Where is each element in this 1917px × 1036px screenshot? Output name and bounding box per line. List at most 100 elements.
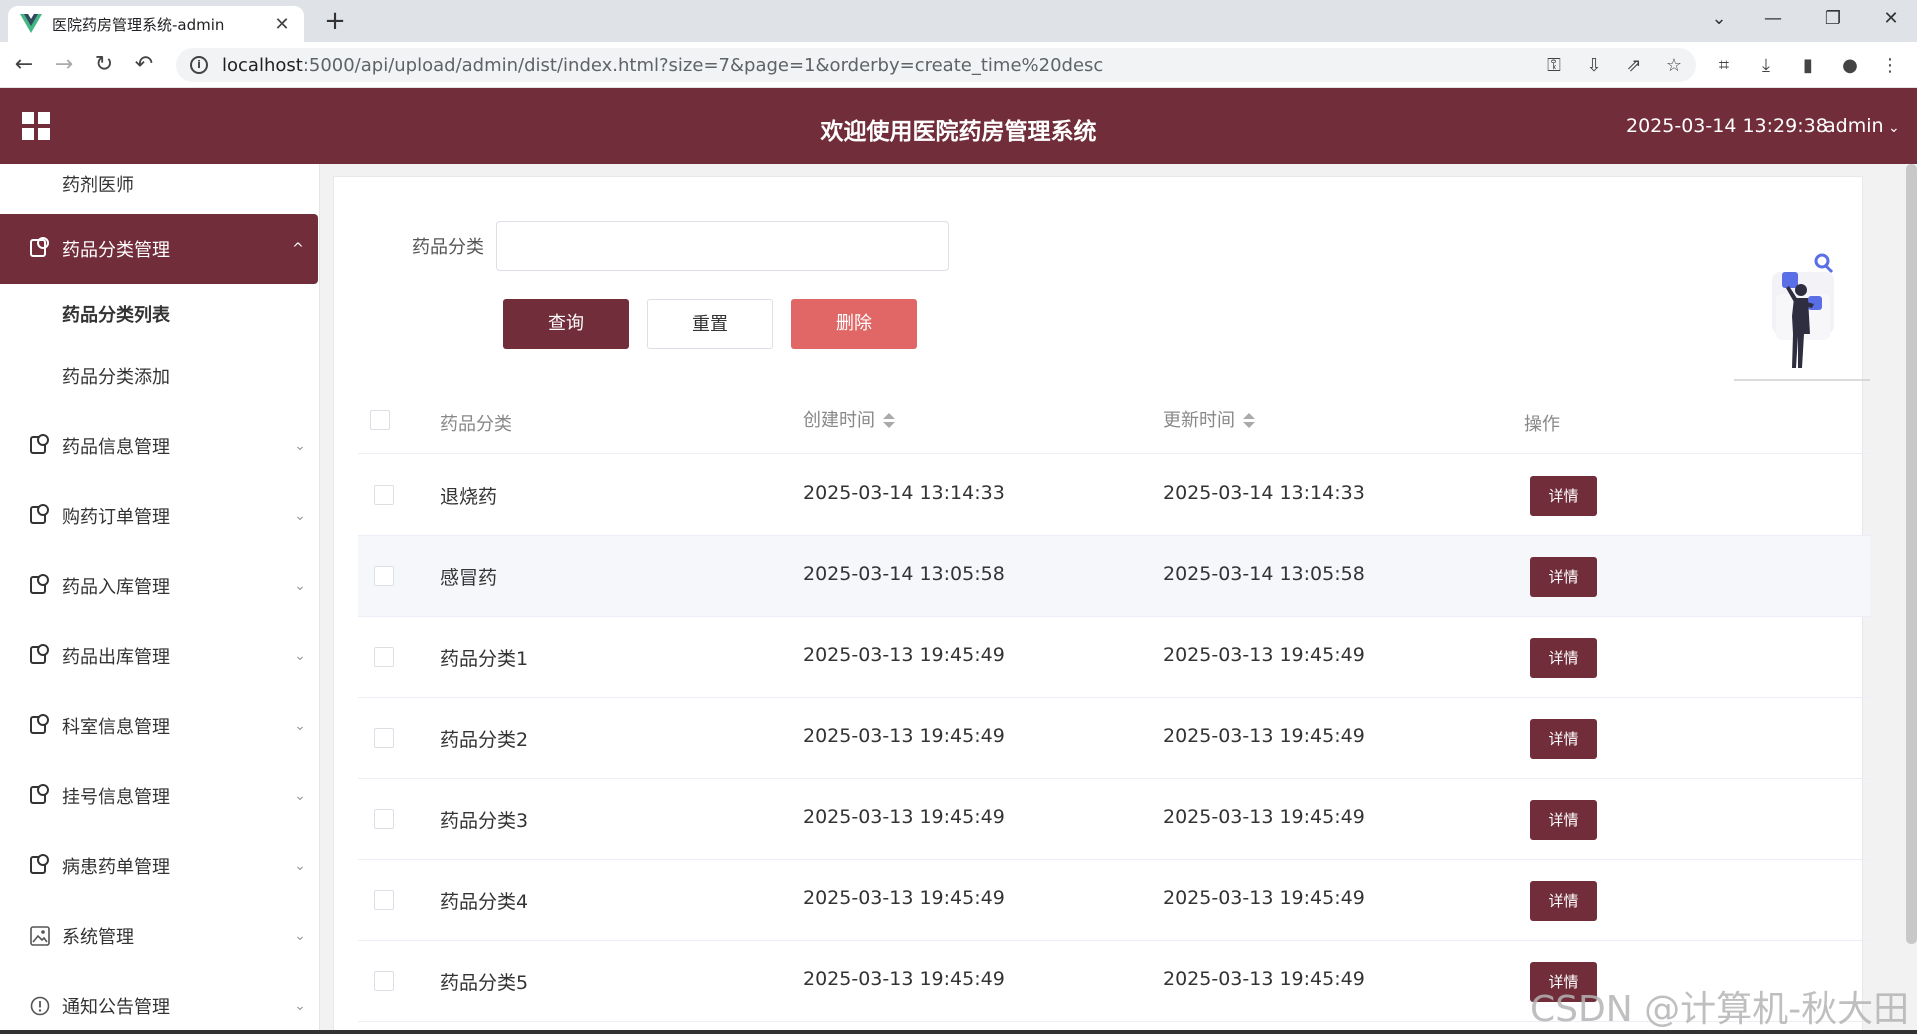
col-created-sortable[interactable]: 创建时间 (803, 406, 895, 432)
download-icon[interactable]: ⤓ (1752, 52, 1780, 80)
select-all-checkbox[interactable] (370, 410, 390, 430)
sidebar-item-category-add[interactable]: 药品分类添加 (0, 350, 320, 406)
url-host: localhost (222, 54, 303, 76)
cell-created: 2025-03-14 13:14:33 (803, 482, 1005, 504)
table-row: 药品分类3 2025-03-13 19:45:49 2025-03-13 19:… (358, 779, 1870, 860)
doc-icon (30, 644, 50, 666)
detail-button[interactable]: 详情 (1530, 881, 1597, 921)
close-window-icon[interactable]: ✕ (1876, 8, 1906, 29)
detail-button[interactable]: 详情 (1530, 638, 1597, 678)
cell-updated: 2025-03-14 13:14:33 (1163, 482, 1365, 504)
cell-updated: 2025-03-13 19:45:49 (1163, 725, 1365, 747)
sidebar-group-label: 购药订单管理 (62, 507, 170, 528)
sidebar-group-notices[interactable]: 通知公告管理 ⌄ (0, 976, 320, 1036)
browser-tab[interactable]: 医院药房管理系统-admin ✕ (8, 6, 304, 42)
profile-icon[interactable]: ● (1836, 52, 1864, 80)
table-row: 药品分类4 2025-03-13 19:45:49 2025-03-13 19:… (358, 860, 1870, 941)
table-row: 药品分类2 2025-03-13 19:45:49 2025-03-13 19:… (358, 698, 1870, 779)
minimize-icon[interactable]: — (1758, 8, 1788, 29)
bottom-border (0, 1030, 1917, 1034)
sidebar-group-label: 系统管理 (62, 927, 134, 948)
sidebar-item-category-list[interactable]: 药品分类列表 (0, 288, 320, 344)
cell-category: 药品分类4 (440, 891, 529, 913)
page-scrollbar[interactable] (1906, 164, 1917, 944)
sidebar-group-registration[interactable]: 挂号信息管理 ⌄ (0, 766, 320, 826)
tab-title: 医院药房管理系统-admin (52, 15, 225, 34)
sidebar-group-orders[interactable]: 购药订单管理 ⌄ (0, 486, 320, 546)
alert-icon (30, 996, 50, 1016)
tab-search-icon[interactable]: ⌄ (1704, 8, 1734, 29)
key-icon[interactable]: ⚿ (1540, 52, 1568, 80)
doc-icon (30, 714, 50, 736)
sidebar-group-prescriptions[interactable]: 病患药单管理 ⌄ (0, 836, 320, 896)
chevron-up-icon: ^ (292, 241, 304, 257)
sidebar-group-category[interactable]: 药品分类管理 ^ (0, 214, 318, 284)
illustration-person-icon (1732, 244, 1872, 382)
menu-icon[interactable]: ⋮ (1876, 52, 1904, 80)
sidepanel-icon[interactable]: ▮ (1794, 52, 1822, 80)
row-checkbox[interactable] (374, 971, 394, 991)
cell-updated: 2025-03-13 19:45:49 (1163, 644, 1365, 666)
sort-icon[interactable] (1243, 413, 1255, 429)
sidebar-group-label: 通知公告管理 (62, 997, 170, 1018)
reset-button[interactable]: 重置 (647, 299, 773, 349)
row-checkbox[interactable] (374, 647, 394, 667)
cell-updated: 2025-03-13 19:45:49 (1163, 806, 1365, 828)
install-icon[interactable]: ⇩ (1580, 52, 1608, 80)
header-clock: 2025-03-14 13:29:38 (1626, 115, 1828, 137)
chevron-down-icon: ⌄ (294, 788, 306, 804)
row-checkbox[interactable] (374, 809, 394, 829)
sidebar-group-system[interactable]: 系统管理 ⌄ (0, 906, 320, 966)
forward-icon[interactable]: → (50, 51, 78, 79)
col-created-label: 创建时间 (803, 410, 875, 431)
reload-icon[interactable]: ↻ (90, 51, 118, 79)
user-menu[interactable]: admin ⌄ (1824, 115, 1900, 137)
doc-icon (30, 854, 50, 876)
star-icon[interactable]: ☆ (1660, 52, 1688, 80)
cell-created: 2025-03-13 19:45:49 (803, 644, 1005, 666)
close-tab-icon[interactable]: ✕ (272, 14, 292, 35)
info-icon[interactable]: i (190, 56, 208, 74)
url-input[interactable]: i localhost:5000/api/upload/admin/dist/i… (176, 48, 1696, 82)
back-icon[interactable]: ← (10, 51, 38, 79)
sidebar-item-pharmacist[interactable]: 药剂医师 (0, 164, 320, 208)
chevron-down-icon: ⌄ (294, 578, 306, 594)
row-checkbox[interactable] (374, 566, 394, 586)
sidebar-group-label: 挂号信息管理 (62, 787, 170, 808)
chevron-down-icon: ⌄ (294, 998, 306, 1014)
cell-category: 药品分类5 (440, 972, 529, 994)
sidebar-group-stock-out[interactable]: 药品出库管理 ⌄ (0, 626, 320, 686)
detail-button[interactable]: 详情 (1530, 719, 1597, 759)
row-checkbox[interactable] (374, 890, 394, 910)
sidebar-group-label: 病患药单管理 (62, 857, 170, 878)
query-button[interactable]: 查询 (503, 299, 629, 349)
table-row: 药品分类1 2025-03-13 19:45:49 2025-03-13 19:… (358, 617, 1870, 698)
undo-icon[interactable]: ↶ (130, 51, 158, 79)
col-updated-label: 更新时间 (1163, 410, 1235, 431)
col-updated-sortable[interactable]: 更新时间 (1163, 406, 1255, 432)
detail-button[interactable]: 详情 (1530, 557, 1597, 597)
detail-button[interactable]: 详情 (1530, 476, 1597, 516)
doc-icon (30, 784, 50, 806)
chevron-down-icon: ⌄ (294, 718, 306, 734)
category-search-input[interactable] (496, 221, 949, 271)
sidebar-group-label: 药品出库管理 (62, 647, 170, 668)
sidebar-group-label: 药品分类管理 (62, 240, 170, 261)
cell-created: 2025-03-13 19:45:49 (803, 725, 1005, 747)
crop-icon[interactable]: ⌗ (1710, 52, 1738, 80)
sidebar-group-stock-in[interactable]: 药品入库管理 ⌄ (0, 556, 320, 616)
sidebar-group-drug-info[interactable]: 药品信息管理 ⌄ (0, 416, 320, 476)
detail-button[interactable]: 详情 (1530, 800, 1597, 840)
share-icon[interactable]: ⇗ (1620, 52, 1648, 80)
table-row: 退烧药 2025-03-14 13:14:33 2025-03-14 13:14… (358, 455, 1870, 536)
maximize-icon[interactable]: ❐ (1818, 8, 1848, 29)
chevron-down-icon: ⌄ (1883, 120, 1900, 136)
sidebar-group-departments[interactable]: 科室信息管理 ⌄ (0, 696, 320, 756)
delete-button[interactable]: 删除 (791, 299, 917, 349)
cell-category: 退烧药 (440, 486, 498, 508)
cell-category: 药品分类1 (440, 648, 529, 670)
new-tab-icon[interactable]: + (320, 6, 350, 36)
row-checkbox[interactable] (374, 485, 394, 505)
row-checkbox[interactable] (374, 728, 394, 748)
sort-icon[interactable] (883, 413, 895, 429)
